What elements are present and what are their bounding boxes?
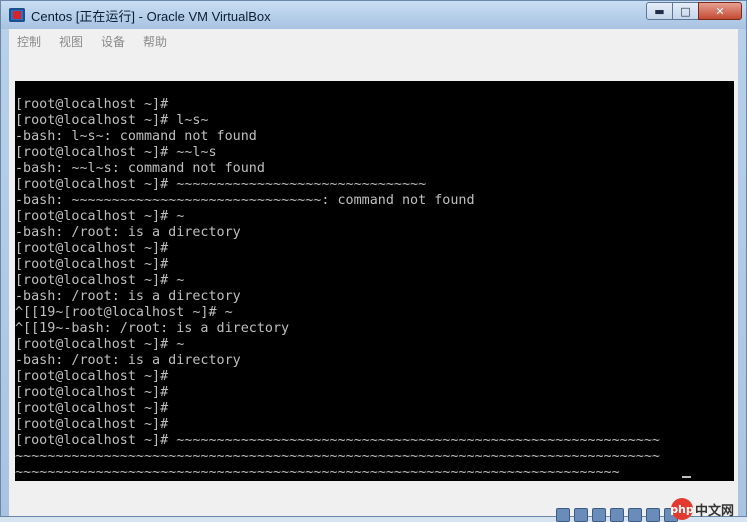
- console-line: -bash: /root: is a directory: [15, 353, 241, 368]
- minimize-button[interactable]: ▬: [646, 2, 673, 20]
- console-line: [root@localhost ~]# ~: [15, 209, 185, 224]
- optical-drive-icon[interactable]: [574, 508, 588, 522]
- console-line: [root@localhost ~]#: [15, 97, 169, 112]
- virtualbox-app-icon[interactable]: [9, 8, 25, 22]
- usb-icon[interactable]: [592, 508, 606, 522]
- text-cursor: [682, 476, 691, 478]
- window-title: Centos [正在运行] - Oracle VM VirtualBox: [31, 9, 271, 24]
- console-output: [root@localhost ~]# [root@localhost ~]# …: [15, 81, 734, 481]
- status-bar: php 中文网: [9, 498, 738, 522]
- console-line: [root@localhost ~]# ~~~~~~~~~~~~~~~~~~~~…: [15, 177, 427, 192]
- console-line: [root@localhost ~]# ~~~~~~~~~~~~~~~~~~~~…: [15, 433, 660, 448]
- console-line: -bash: /root: is a directory: [15, 225, 241, 240]
- shared-folders-icon[interactable]: [610, 508, 624, 522]
- title-bar[interactable]: Centos [正在运行] - Oracle VM VirtualBox ▬ □…: [1, 1, 746, 29]
- hard-disk-icon[interactable]: [556, 508, 570, 522]
- console-line: [root@localhost ~]# ~: [15, 337, 185, 352]
- menu-view[interactable]: 视图: [59, 33, 83, 50]
- console-line: ^[[19~[root@localhost ~]# ~: [15, 305, 233, 320]
- minimize-icon: ▬: [654, 4, 665, 18]
- console-line: [root@localhost ~]#: [15, 401, 169, 416]
- console-line: [root@localhost ~]#: [15, 241, 169, 256]
- display-icon[interactable]: [646, 508, 660, 522]
- console-line: [root@localhost ~]#: [15, 417, 169, 432]
- status-icons: [556, 508, 678, 522]
- console-line: -bash: /root: is a directory: [15, 289, 241, 304]
- close-button[interactable]: ✕: [698, 2, 742, 20]
- menu-control[interactable]: 控制: [17, 33, 41, 50]
- console-line: [root@localhost ~]#: [15, 385, 169, 400]
- console-line: [root@localhost ~]# l~s~: [15, 113, 209, 128]
- console-line: [root@localhost ~]# ~~l~s: [15, 145, 217, 160]
- maximize-button[interactable]: □: [672, 2, 699, 20]
- console-line: [root@localhost ~]#: [15, 257, 169, 272]
- menu-devices[interactable]: 设备: [101, 33, 125, 50]
- console-line: -bash: ~~~~~~~~~~~~~~~~~~~~~~~~~~~~~~~: …: [15, 193, 475, 208]
- console-line: ~~~~~~~~~~~~~~~~~~~~~~~~~~~~~~~~~~~~~~~~…: [15, 465, 620, 480]
- console-line: ^[[19~-bash: /root: is a directory: [15, 321, 290, 336]
- console-line: -bash: ~~l~s: command not found: [15, 161, 265, 176]
- console-line: -bash: l~s~: command not found: [15, 129, 257, 144]
- close-icon: ✕: [715, 4, 725, 18]
- caption-buttons: ▬ □ ✕: [646, 2, 742, 20]
- vm-console-screen[interactable]: [root@localhost ~]# [root@localhost ~]# …: [15, 81, 734, 481]
- network-icon[interactable]: [628, 508, 642, 522]
- watermark-text: 中文网: [694, 503, 734, 519]
- maximize-icon: □: [680, 4, 691, 18]
- virtualbox-window: Centos [正在运行] - Oracle VM VirtualBox ▬ □…: [0, 0, 747, 522]
- console-line: [root@localhost ~]#: [15, 369, 169, 384]
- menu-help[interactable]: 帮助: [143, 33, 167, 50]
- menu-bar: 控制 视图 设备 帮助: [9, 29, 738, 54]
- console-line: [root@localhost ~]# ~: [15, 273, 185, 288]
- console-line: ~~~~~~~~~~~~~~~~~~~~~~~~~~~~~~~~~~~~~~~~…: [15, 449, 660, 464]
